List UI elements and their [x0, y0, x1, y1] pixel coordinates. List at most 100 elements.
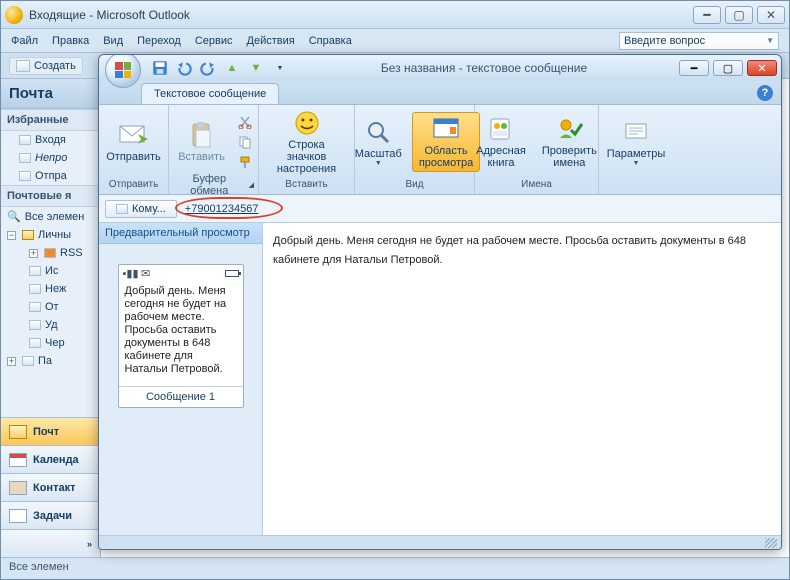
to-button[interactable]: Кому... — [105, 200, 177, 218]
nav-personal-folders[interactable]: −Личны — [1, 226, 100, 244]
nav-fav-inbox[interactable]: Входя — [1, 131, 100, 149]
menu-actions[interactable]: Действия — [247, 35, 295, 47]
help-search-placeholder: Введите вопрос — [624, 35, 705, 47]
recipient-field[interactable]: +79001234567 — [185, 203, 259, 215]
nav-section-mailboxes: Почтовые я — [1, 185, 100, 207]
nav-header-mail: Почта — [1, 79, 100, 109]
group-view-label: Вид — [359, 177, 470, 192]
nav-switch-mail[interactable]: Почт — [1, 417, 100, 445]
menu-help[interactable]: Справка — [309, 35, 352, 47]
new-mail-icon — [16, 60, 30, 72]
nav-drafts[interactable]: Чер — [1, 334, 100, 352]
recipient-value: +79001234567 — [185, 203, 259, 215]
menu-view[interactable]: Вид — [103, 35, 123, 47]
nav-sent[interactable]: От — [1, 298, 100, 316]
menu-go[interactable]: Переход — [137, 35, 181, 47]
inner-minimize-button[interactable]: ━ — [679, 60, 709, 76]
nav-switch-tasks[interactable]: Задачи — [1, 501, 100, 529]
redo-button[interactable] — [199, 59, 217, 77]
nav-switch-contacts[interactable]: Контакт — [1, 473, 100, 501]
qat-prev-button[interactable]: ▲ — [223, 59, 241, 77]
check-names-button[interactable]: Проверить имена — [536, 113, 603, 171]
zoom-button[interactable]: Масштаб ▼ — [349, 116, 408, 169]
save-button[interactable] — [151, 59, 169, 77]
tab-text-message[interactable]: Текстовое сообщение — [141, 83, 279, 104]
nav-rss[interactable]: +RSS — [1, 244, 100, 262]
options-icon — [620, 118, 652, 146]
menu-file[interactable]: Файл — [11, 35, 38, 47]
chevron-icon: » — [87, 539, 92, 549]
address-book-button[interactable]: Адресная книга — [470, 113, 532, 171]
qat-customize-button[interactable]: ▼ — [271, 59, 289, 77]
search-icon: 🔍 — [7, 210, 21, 223]
phone-message-text: Добрый день. Меня сегодня не будет на ра… — [119, 281, 243, 386]
help-search-input[interactable]: Введите вопрос ▼ — [619, 32, 779, 50]
check-names-icon — [553, 115, 585, 143]
rss-icon — [44, 248, 56, 258]
qat-next-button[interactable]: ▼ — [247, 59, 265, 77]
new-button[interactable]: Создать — [9, 57, 83, 75]
nav-deleted[interactable]: Уд — [1, 316, 100, 334]
folder-icon — [29, 266, 41, 276]
address-book-icon — [485, 115, 517, 143]
folder-icon — [29, 338, 41, 348]
nav-outbox[interactable]: Ис — [1, 262, 100, 280]
outer-statusbar: Все элемен — [1, 557, 789, 579]
collapse-icon[interactable]: − — [7, 231, 16, 240]
nav-switch-calendar[interactable]: Календа — [1, 445, 100, 473]
phone-footer: Сообщение 1 — [119, 386, 243, 407]
inner-maximize-button[interactable]: ▢ — [713, 60, 743, 76]
expand-icon[interactable]: + — [7, 357, 16, 366]
paste-button[interactable]: Вставить — [172, 119, 231, 165]
clipboard-icon — [186, 121, 218, 149]
outer-titlebar: Входящие - Microsoft Outlook ━ ▢ ✕ — [1, 1, 789, 29]
nav-all-items[interactable]: 🔍Все элемен — [1, 207, 100, 226]
envelope-icon: ✉ — [141, 267, 150, 280]
nav-configure[interactable]: » — [1, 529, 100, 557]
viewport-icon — [430, 115, 462, 143]
cut-button[interactable] — [235, 113, 255, 131]
format-painter-button[interactable] — [235, 153, 255, 171]
inner-title: Без названия - текстовое сообщение — [289, 61, 679, 75]
outer-title: Входящие - Microsoft Outlook — [29, 8, 693, 22]
options-button[interactable]: Параметры ▼ — [601, 116, 672, 169]
battery-icon — [225, 270, 239, 277]
emoticon-button[interactable]: Строка значков настроения — [263, 107, 350, 177]
dialog-launcher-icon[interactable]: ◢ — [249, 181, 254, 189]
smiley-icon — [291, 109, 323, 137]
send-button[interactable]: Отправить — [100, 119, 167, 165]
contacts-icon — [9, 481, 27, 495]
undo-button[interactable] — [175, 59, 193, 77]
phone-preview: ▪▮▮ ✉ Добрый день. Меня сегодня не будет… — [118, 264, 244, 408]
expand-icon[interactable]: + — [29, 249, 38, 258]
outlook-data-icon — [22, 230, 34, 240]
group-names-label: Имена — [479, 177, 594, 192]
signal-icon: ▪▮▮ — [123, 267, 139, 280]
copy-button[interactable] — [235, 133, 255, 151]
nav-fav-unread[interactable]: Непро — [1, 149, 100, 167]
magnifier-icon — [362, 118, 394, 146]
outer-minimize-button[interactable]: ━ — [693, 6, 721, 24]
outer-maximize-button[interactable]: ▢ — [725, 6, 753, 24]
resize-grip[interactable] — [765, 538, 777, 548]
send-icon — [118, 121, 150, 149]
inner-titlebar: ▲ ▼ ▼ Без названия - текстовое сообщение… — [99, 55, 781, 81]
mail-icon — [9, 425, 27, 439]
inner-statusbar — [99, 535, 781, 549]
folder-icon — [29, 284, 41, 294]
address-book-icon — [116, 204, 128, 214]
folder-icon — [19, 153, 31, 163]
inner-close-button[interactable]: ✕ — [747, 60, 777, 76]
nav-junk[interactable]: Неж — [1, 280, 100, 298]
message-editor[interactable]: Добрый день. Меня сегодня не будет на ра… — [263, 223, 781, 535]
outer-close-button[interactable]: ✕ — [757, 6, 785, 24]
group-insert-label: Вставить — [263, 177, 350, 192]
help-button[interactable]: ? — [757, 85, 773, 101]
compose-sms-window: ▲ ▼ ▼ Без названия - текстовое сообщение… — [98, 54, 782, 550]
chevron-down-icon: ▼ — [633, 160, 640, 167]
nav-fav-sent[interactable]: Отпра — [1, 167, 100, 185]
chevron-down-icon: ▼ — [766, 36, 774, 45]
nav-archive[interactable]: +Па — [1, 352, 100, 370]
menu-service[interactable]: Сервис — [195, 35, 233, 47]
menu-edit[interactable]: Правка — [52, 35, 89, 47]
